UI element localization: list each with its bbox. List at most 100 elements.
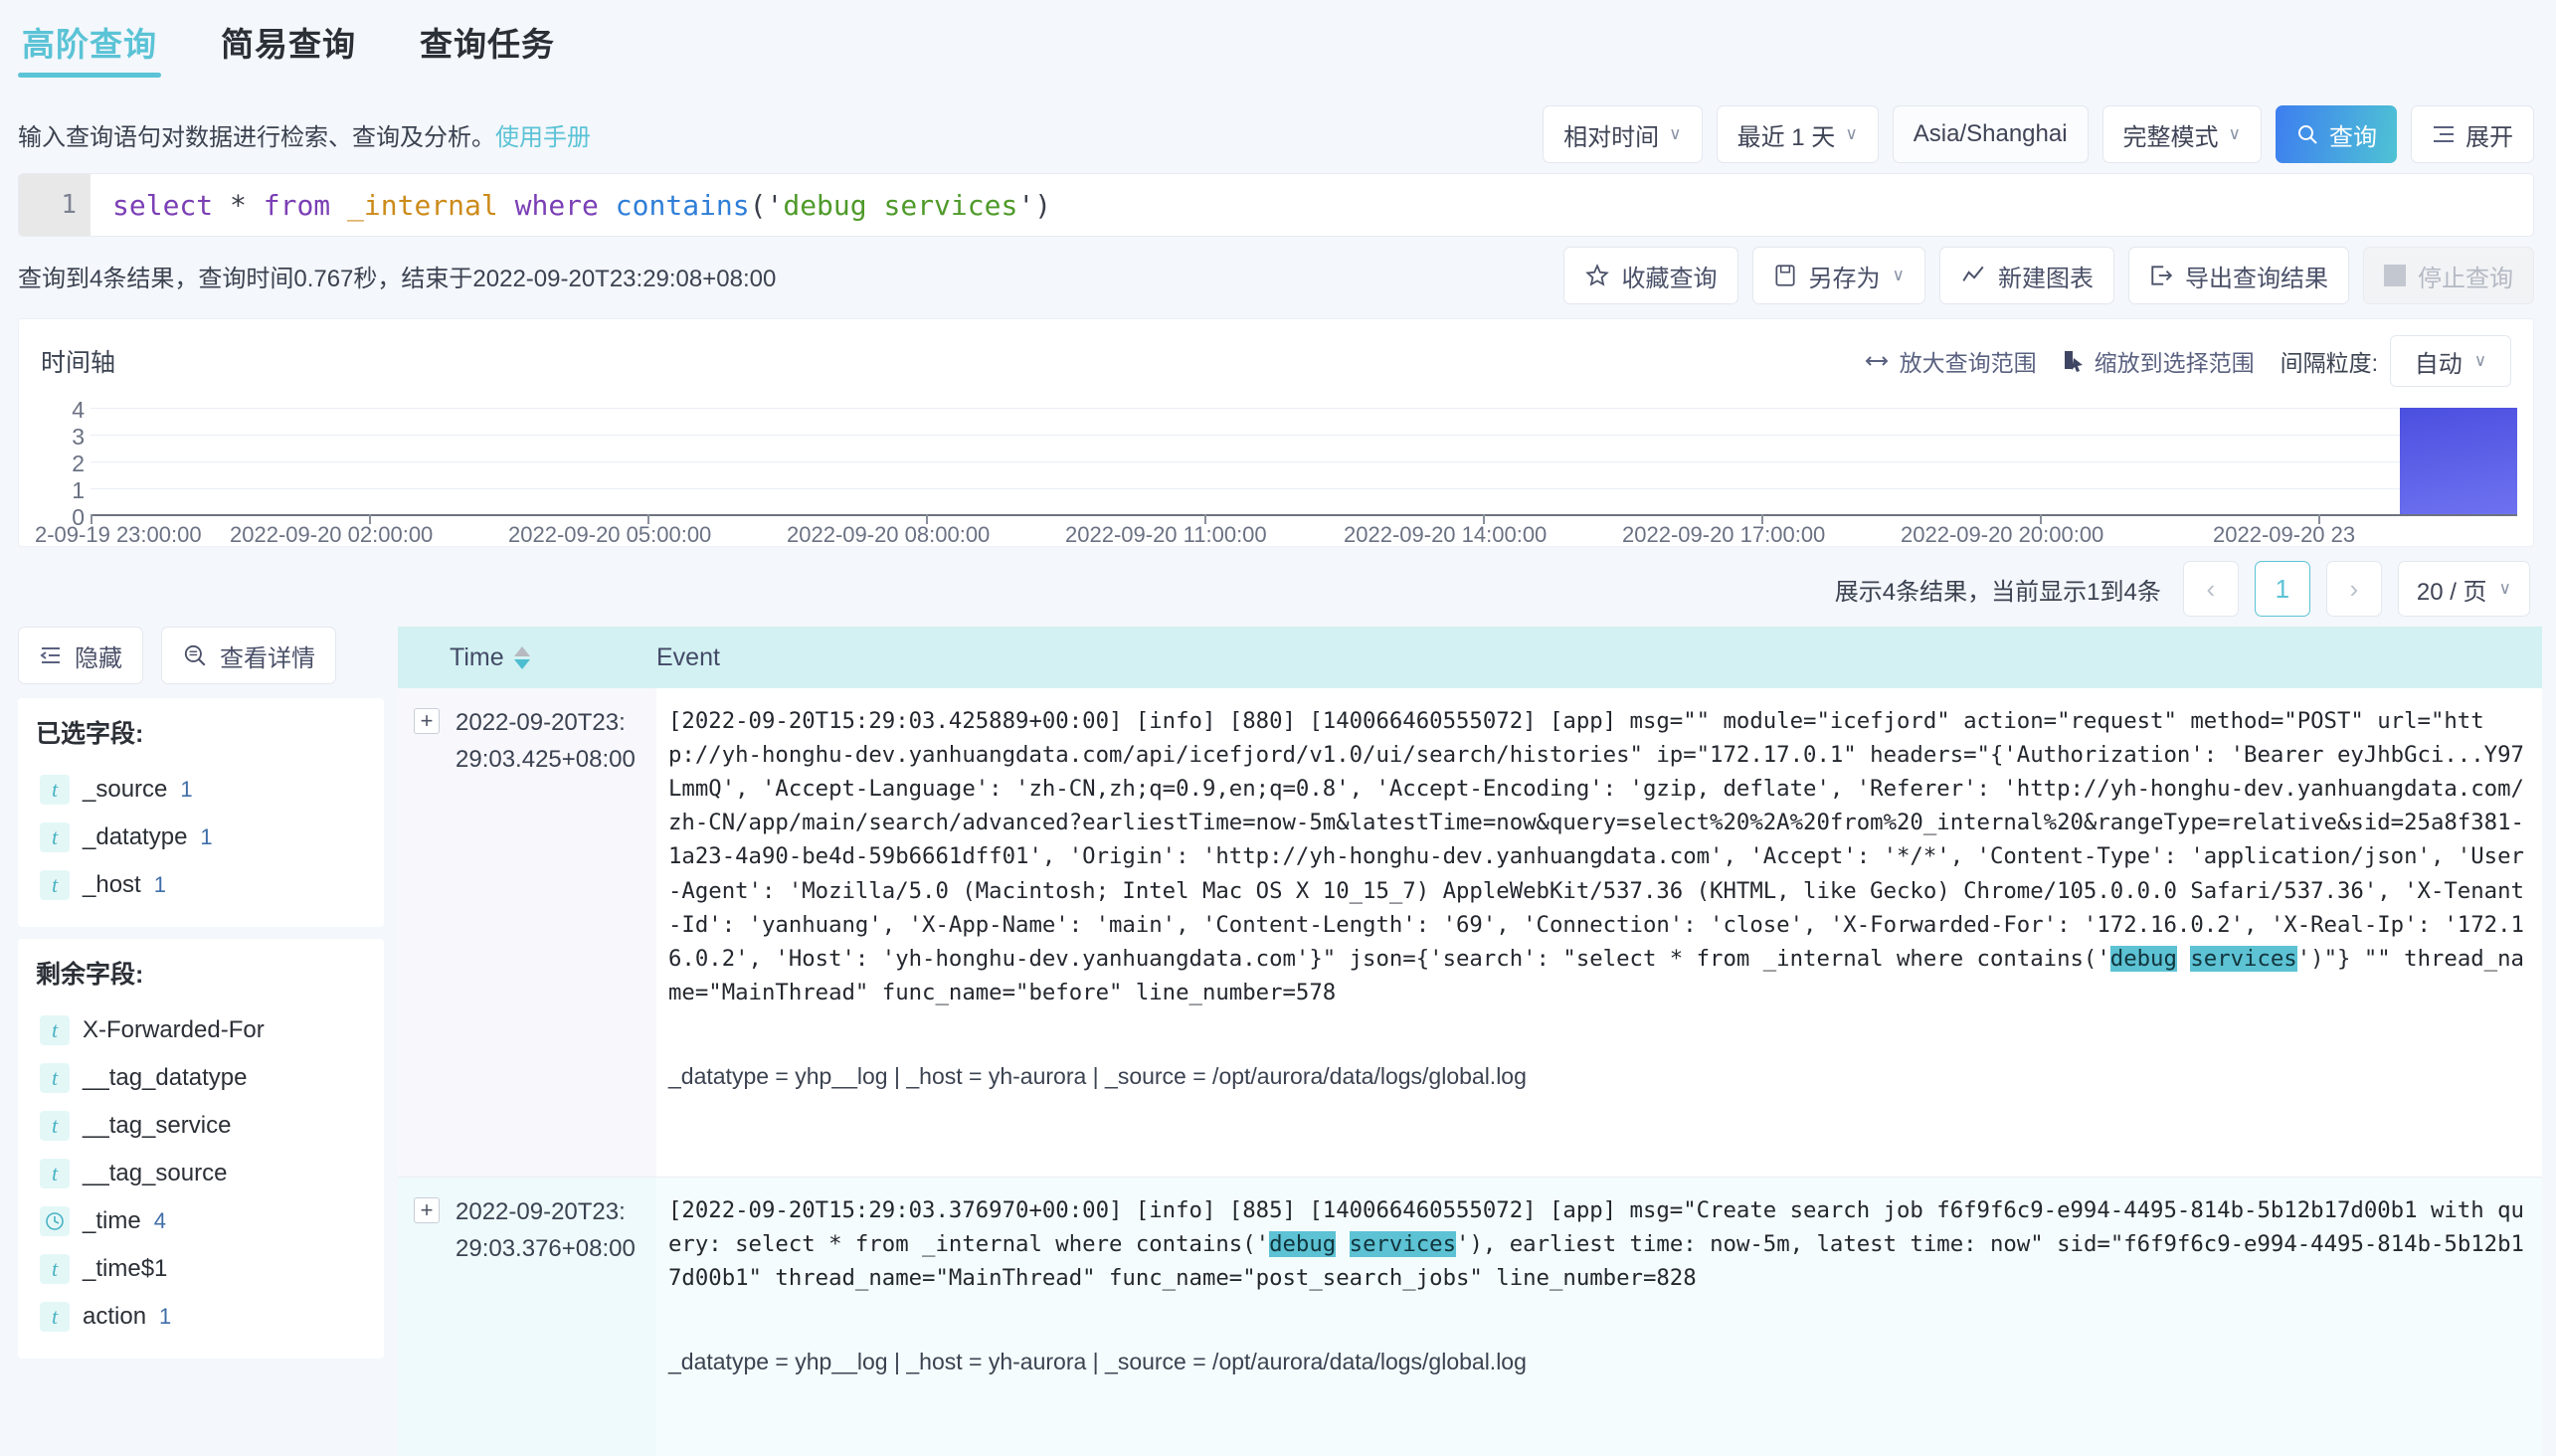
query-editor[interactable]: 1 select * from _internal where contains… [18,173,2534,237]
field-item-x-forwarded-for[interactable]: t X-Forwarded-For [36,1006,366,1054]
text-type-icon: t [40,1063,70,1093]
page-size-select[interactable]: 20 / 页 ∨ [2397,561,2530,617]
chevron-down-icon: ∨ [1669,124,1682,143]
chart-x-axis-line [91,514,2517,516]
expand-button-label: 展开 [2465,123,2513,151]
time-mode-label: 相对时间 [1563,123,1660,151]
sql-space [599,189,616,222]
favorite-query-label: 收藏查询 [1621,265,1718,292]
y-tick: 1 [72,477,85,503]
field-item-host[interactable]: t _host 1 [36,861,366,909]
row-time-cell: 2022-09-20T23:29:03.425+08:00 [450,688,656,1177]
remaining-fields-title: 剩余字段: [36,961,144,989]
export-results-button[interactable]: 导出查询结果 [2128,247,2349,304]
zoom-out-range-button[interactable]: 放大查询范围 [1864,344,2037,378]
selected-fields-panel: 已选字段: t _source 1 t _datatype 1 t _host … [18,698,384,927]
text-type-icon: t [40,1302,70,1332]
granularity-value: 自动 [2414,350,2463,378]
field-count: 1 [180,777,193,802]
sql-close-paren: ') [1017,188,1052,222]
x-tick-label: 2022-09-20 17:00:00 [1622,522,1826,547]
prev-page-button[interactable]: ‹ [2182,561,2239,617]
timeline-card: 时间轴 放大查询范围 缩放到选择范围 间隔粒度: 自动 ∨ 4 3 2 1 0 … [18,318,2534,547]
tab-advanced-query[interactable]: 高阶查询 [18,14,161,84]
time-mode-select[interactable]: 相对时间 ∨ [1543,105,1703,163]
y-tick: 4 [72,397,85,423]
field-item-datatype[interactable]: t _datatype 1 [36,814,366,861]
save-as-button[interactable]: 另存为 ∨ [1751,247,1925,304]
chart-bar[interactable] [2400,408,2517,514]
timezone-select[interactable]: Asia/Shanghai [1892,105,2089,163]
expand-row-button[interactable]: + [414,1196,440,1223]
view-detail-button[interactable]: 查看详情 [161,627,336,684]
field-item-action[interactable]: t action 1 [36,1293,366,1341]
clock-type-icon [40,1206,70,1236]
search-icon [2298,125,2317,144]
field-count: 1 [153,872,166,897]
new-chart-label: 新建图表 [1998,265,2094,292]
hide-sidebar-label: 隐藏 [75,644,122,672]
sql-star: * [213,188,264,222]
editor-line-number: 1 [19,174,91,236]
search-detail-icon [184,644,206,666]
query-code[interactable]: select * from _internal where contains ('… [91,174,2533,236]
expand-button[interactable]: 展开 [2411,105,2534,163]
field-item-source[interactable]: t _source 1 [36,766,366,814]
favorite-query-button[interactable]: 收藏查询 [1562,247,1738,304]
view-detail-label: 查看详情 [220,644,315,672]
page-scrollbar[interactable] [2548,686,2556,1456]
granularity-row: 间隔粒度: [2281,344,2378,378]
field-item-time-1[interactable]: t _time$1 [36,1245,366,1293]
table-row[interactable]: + 2022-09-20T23:29:03.425+08:00 [2022-09… [398,688,2542,1177]
sidebar-buttons: 隐藏 查看详情 [18,627,384,684]
save-icon [1775,265,1795,286]
y-tick: 3 [72,424,85,450]
next-page-button[interactable]: › [2325,561,2382,617]
sql-keyword-from: from [263,188,331,222]
chart-x-axis-labels: 2-09-19 23:00:00 2022-09-20 02:00:00 202… [35,522,2517,556]
field-item-tag-service[interactable]: t __tag_service [36,1102,366,1150]
header-time[interactable]: Time [450,643,656,672]
time-range-select[interactable]: 最近 1 天 ∨ [1716,105,1879,163]
hide-sidebar-button[interactable]: 隐藏 [18,627,143,684]
text-type-icon: t [40,1254,70,1284]
tab-query-tasks[interactable]: 查询任务 [416,14,559,84]
sql-keyword-where: where [514,188,599,222]
content-split: 隐藏 查看详情 已选字段: t _source 1 t _datatype 1 … [0,627,2556,1456]
field-name: __tag_datatype [83,1064,248,1091]
timeline-chart[interactable]: 4 3 2 1 0 2-09-19 23:00:00 2022-09-20 02… [35,397,2517,547]
field-name: __tag_service [83,1112,232,1139]
row-expand-cell: + [398,1177,450,1456]
gridline [91,488,2517,489]
new-chart-button[interactable]: 新建图表 [1939,247,2114,304]
text-type-icon: t [40,870,70,900]
field-item-tag-datatype[interactable]: t __tag_datatype [36,1054,366,1102]
page-number-1[interactable]: 1 [2254,561,2310,617]
header-time-label: Time [450,642,504,671]
sort-icon[interactable] [513,645,530,669]
collapse-icon [40,647,60,663]
text-type-icon: t [40,1015,70,1045]
tab-simple-query[interactable]: 简易查询 [217,14,360,84]
field-name: _source [83,776,168,803]
x-tick-label: 2022-09-20 11:00:00 [1065,522,1267,547]
y-tick: 2 [72,451,85,476]
query-editor-wrap: 1 select * from _internal where contains… [0,173,2556,237]
event-text-mid [1336,1231,1349,1257]
event-text-pre: [2022-09-20T15:29:03.425889+00:00] [info… [668,708,2524,972]
chart-plot-area [91,397,2517,514]
timezone-label: Asia/Shanghai [1913,120,2068,147]
query-mode-select[interactable]: 完整模式 ∨ [2101,105,2262,163]
chart-icon [1962,266,1984,281]
search-button[interactable]: 查询 [2276,105,2397,163]
field-item-time[interactable]: _time 4 [36,1197,366,1245]
header-event: Event [656,643,2542,672]
granularity-select[interactable]: 自动 ∨ [2390,335,2511,387]
field-item-tag-source[interactable]: t __tag_source [36,1150,366,1197]
manual-link[interactable]: 使用手册 [495,124,591,151]
zoom-to-selection-button[interactable]: 缩放到选择范围 [2063,344,2255,378]
stop-query-button[interactable]: 停止查询 [2363,247,2534,304]
table-row[interactable]: + 2022-09-20T23:29:03.376+08:00 [2022-09… [398,1177,2542,1456]
chevron-down-icon: ∨ [2498,579,2511,598]
expand-row-button[interactable]: + [414,708,440,734]
